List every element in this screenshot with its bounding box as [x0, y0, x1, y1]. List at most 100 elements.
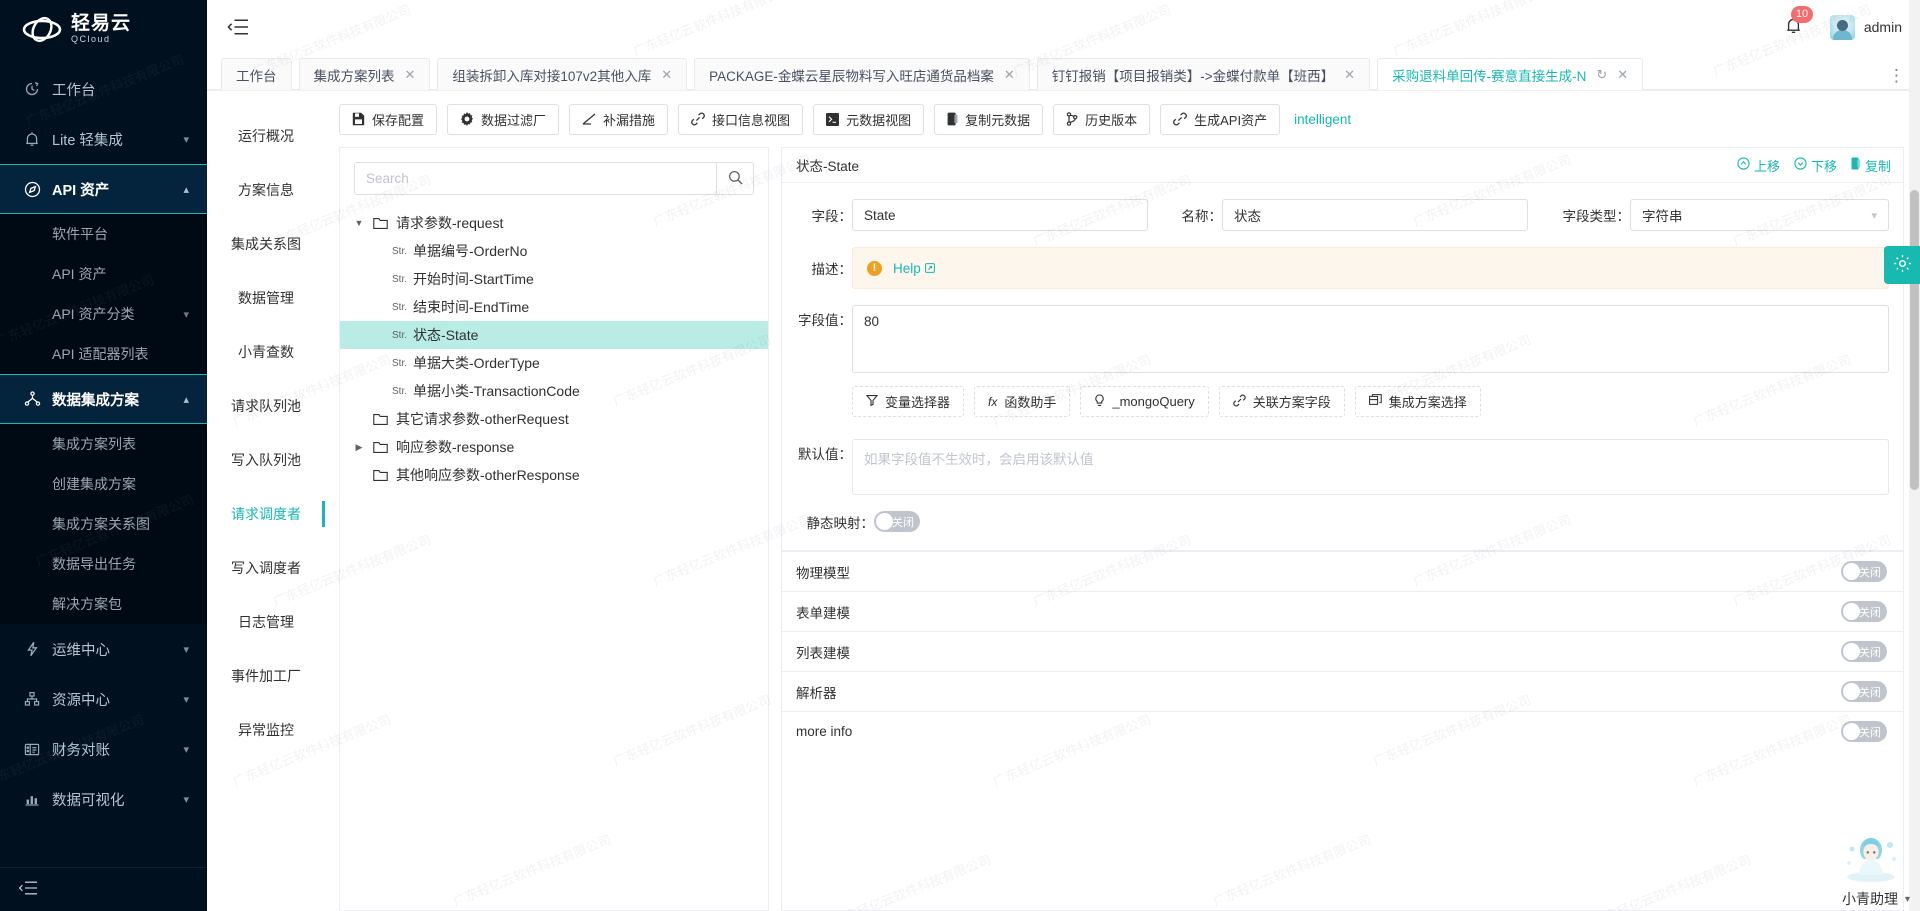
more-vertical-icon[interactable]: ⋮ — [1888, 67, 1906, 90]
sidebar-item-create-plan[interactable]: 创建集成方案 — [0, 464, 207, 504]
field-type-select[interactable]: 字符串 ▾ — [1630, 199, 1889, 231]
tree-node-starttime[interactable]: Str. 开始时间-StartTime — [340, 265, 768, 293]
move-up-button[interactable]: 上移 — [1737, 156, 1780, 175]
vmenu-item-overview[interactable]: 运行概况 — [207, 109, 325, 163]
sidebar-collapse-button[interactable] — [0, 867, 207, 911]
tree-node-transactioncode[interactable]: Str. 单据小类-TransactionCode — [340, 377, 768, 405]
section-form-modeling[interactable]: 表单建模 关闭 — [782, 591, 1903, 631]
tab-package-kingdee[interactable]: PACKAGE-金蝶云星辰物料写入旺店通货品档案 ✕ — [694, 58, 1030, 90]
refresh-icon[interactable]: ↻ — [1596, 67, 1607, 83]
interface-info-view-button[interactable]: 接口信息视图 — [678, 103, 804, 135]
static-mapping-toggle[interactable]: 关闭 — [874, 511, 920, 532]
variable-selector-button[interactable]: 变量选择器 — [852, 386, 965, 417]
chevron-right-icon[interactable]: ▶ — [348, 442, 370, 453]
settings-panel-button[interactable] — [1884, 246, 1920, 284]
tab-plan-list[interactable]: 集成方案列表 ✕ — [298, 58, 431, 90]
chevron-down-icon[interactable]: ▼ — [348, 218, 370, 228]
vmenu-item-log-management[interactable]: 日志管理 — [207, 595, 325, 649]
mongo-query-button[interactable]: _mongoQuery — [1080, 386, 1209, 417]
close-icon[interactable]: ✕ — [1617, 67, 1628, 83]
vmenu-item-request-scheduler[interactable]: 请求调度者 — [207, 487, 325, 541]
avatar[interactable] — [1829, 14, 1855, 40]
chevron-down-icon[interactable]: ▾ — [1905, 894, 1910, 905]
function-helper-button[interactable]: fx 函数助手 — [974, 386, 1071, 417]
vmenu-item-write-scheduler[interactable]: 写入调度者 — [207, 541, 325, 595]
copy-metadata-button[interactable]: 复制元数据 — [934, 103, 1044, 135]
history-version-button[interactable]: 历史版本 — [1053, 103, 1151, 135]
sidebar-item-data-integration[interactable]: 数据集成方案 ▴ — [0, 374, 207, 424]
vmenu-item-plan-info[interactable]: 方案信息 — [207, 163, 325, 217]
physical-model-toggle[interactable]: 关闭 — [1841, 561, 1887, 582]
more-info-toggle[interactable]: 关闭 — [1841, 721, 1887, 742]
parser-toggle[interactable]: 关闭 — [1841, 681, 1887, 702]
page-scrollbar[interactable] — [1909, 0, 1920, 911]
vmenu-item-write-queue[interactable]: 写入队列池 — [207, 433, 325, 487]
vmenu-item-data-management[interactable]: 数据管理 — [207, 271, 325, 325]
tree-node-ordertype[interactable]: Str. 单据大类-OrderType — [340, 349, 768, 377]
menu-toggle-button[interactable] — [227, 18, 249, 36]
section-list-modeling[interactable]: 列表建模 关闭 — [782, 631, 1903, 671]
brand-logo[interactable]: 轻易云 QCloud — [0, 0, 207, 58]
assistant-avatar-icon[interactable] — [1836, 825, 1906, 883]
tab-assembly-inbound[interactable]: 组装拆卸入库对接107v2其他入库 ✕ — [437, 58, 688, 90]
related-plan-field-button[interactable]: 关联方案字段 — [1218, 386, 1345, 417]
sidebar-item-export-task[interactable]: 数据导出任务 — [0, 544, 207, 584]
close-icon[interactable]: ✕ — [661, 67, 672, 83]
tree-node-endtime[interactable]: Str. 结束时间-EndTime — [340, 293, 768, 321]
tree-node-state[interactable]: Str. 状态-State — [340, 321, 768, 349]
section-more-info[interactable]: more info 关闭 — [782, 711, 1903, 751]
sidebar-item-plan-diagram[interactable]: 集成方案关系图 — [0, 504, 207, 544]
move-down-button[interactable]: 下移 — [1794, 156, 1837, 175]
sidebar-item-plan-list[interactable]: 集成方案列表 — [0, 424, 207, 464]
list-modeling-toggle[interactable]: 关闭 — [1841, 641, 1887, 662]
sidebar-item-api-asset-category[interactable]: API 资产分类 ▾ — [0, 294, 207, 334]
save-config-button[interactable]: 保存配置 — [339, 103, 438, 135]
sidebar-item-api-assets[interactable]: API 资产 ▴ — [0, 164, 207, 214]
username-label[interactable]: admin — [1864, 19, 1902, 35]
vmenu-item-exception-monitor[interactable]: 异常监控 — [207, 703, 325, 757]
sidebar-item-data-visualization[interactable]: 数据可视化 ▾ — [0, 774, 207, 824]
close-icon[interactable]: ✕ — [1344, 67, 1355, 83]
tab-dingtalk-reimbursement[interactable]: 钉钉报销【项目报销类】->金蝶付款单【班西】 ✕ — [1036, 58, 1371, 90]
section-physical-model[interactable]: 物理模型 关闭 — [782, 551, 1903, 591]
search-button[interactable] — [716, 162, 754, 195]
sidebar-item-resource-center[interactable]: 资源中心 ▾ — [0, 674, 207, 724]
plan-select-button[interactable]: 集成方案选择 — [1354, 386, 1481, 417]
tree-node-request[interactable]: ▼ 请求参数-request — [340, 209, 768, 237]
search-input[interactable] — [354, 162, 716, 195]
sidebar-item-ops-center[interactable]: 运维中心 ▾ — [0, 624, 207, 674]
close-icon[interactable]: ✕ — [1004, 67, 1015, 83]
notifications-button[interactable]: 10 — [1780, 6, 1814, 41]
vmenu-item-request-queue[interactable]: 请求队列池 — [207, 379, 325, 433]
section-parser[interactable]: 解析器 关闭 — [782, 671, 1903, 711]
sidebar-item-api-adapter-list[interactable]: API 适配器列表 — [0, 334, 207, 374]
display-name-input[interactable]: 状态 — [1222, 199, 1528, 231]
field-value-textarea[interactable]: 80 — [852, 305, 1889, 373]
metadata-view-button[interactable]: 元数据视图 — [813, 103, 925, 135]
close-icon[interactable]: ✕ — [405, 67, 416, 83]
sidebar-item-software-platform[interactable]: 软件平台 — [0, 214, 207, 254]
assistant-label-row[interactable]: 小青助理 ▾ — [1842, 889, 1910, 909]
patch-measure-button[interactable]: 补漏措施 — [569, 103, 669, 135]
scrollbar-thumb[interactable] — [1910, 190, 1919, 490]
copy-field-button[interactable]: 复制 — [1851, 156, 1891, 175]
field-name-input[interactable]: State — [852, 199, 1148, 231]
sidebar-item-finance[interactable]: 财务对账 ▾ — [0, 724, 207, 774]
vmenu-item-relation-graph[interactable]: 集成关系图 — [207, 217, 325, 271]
tab-purchase-return[interactable]: 采购退料单回传-赛意直接生成-N ↻ ✕ — [1377, 58, 1644, 90]
form-modeling-toggle[interactable]: 关闭 — [1841, 601, 1887, 622]
generate-api-asset-button[interactable]: 生成API资产 — [1160, 103, 1281, 135]
tree-node-otherrequest[interactable]: 其它请求参数-otherRequest — [340, 405, 768, 433]
vmenu-item-query-data[interactable]: 小青查数 — [207, 325, 325, 379]
sidebar-item-solution-package[interactable]: 解决方案包 — [0, 584, 207, 624]
tree-node-response[interactable]: ▶ 响应参数-response — [340, 433, 768, 461]
tab-workbench[interactable]: 工作台 — [221, 58, 292, 90]
tree-node-orderno[interactable]: Str. 单据编号-OrderNo — [340, 237, 768, 265]
help-link[interactable]: Help — [893, 261, 935, 276]
vmenu-item-event-factory[interactable]: 事件加工厂 — [207, 649, 325, 703]
sidebar-item-workbench[interactable]: 工作台 — [0, 64, 207, 114]
default-value-textarea[interactable]: 如果字段值不生效时，会启用该默认值 — [852, 439, 1889, 495]
sidebar-item-api-asset[interactable]: API 资产 — [0, 254, 207, 294]
sidebar-item-lite[interactable]: Lite 轻集成 ▾ — [0, 114, 207, 164]
data-filter-button[interactable]: 数据过滤厂 — [447, 103, 560, 135]
